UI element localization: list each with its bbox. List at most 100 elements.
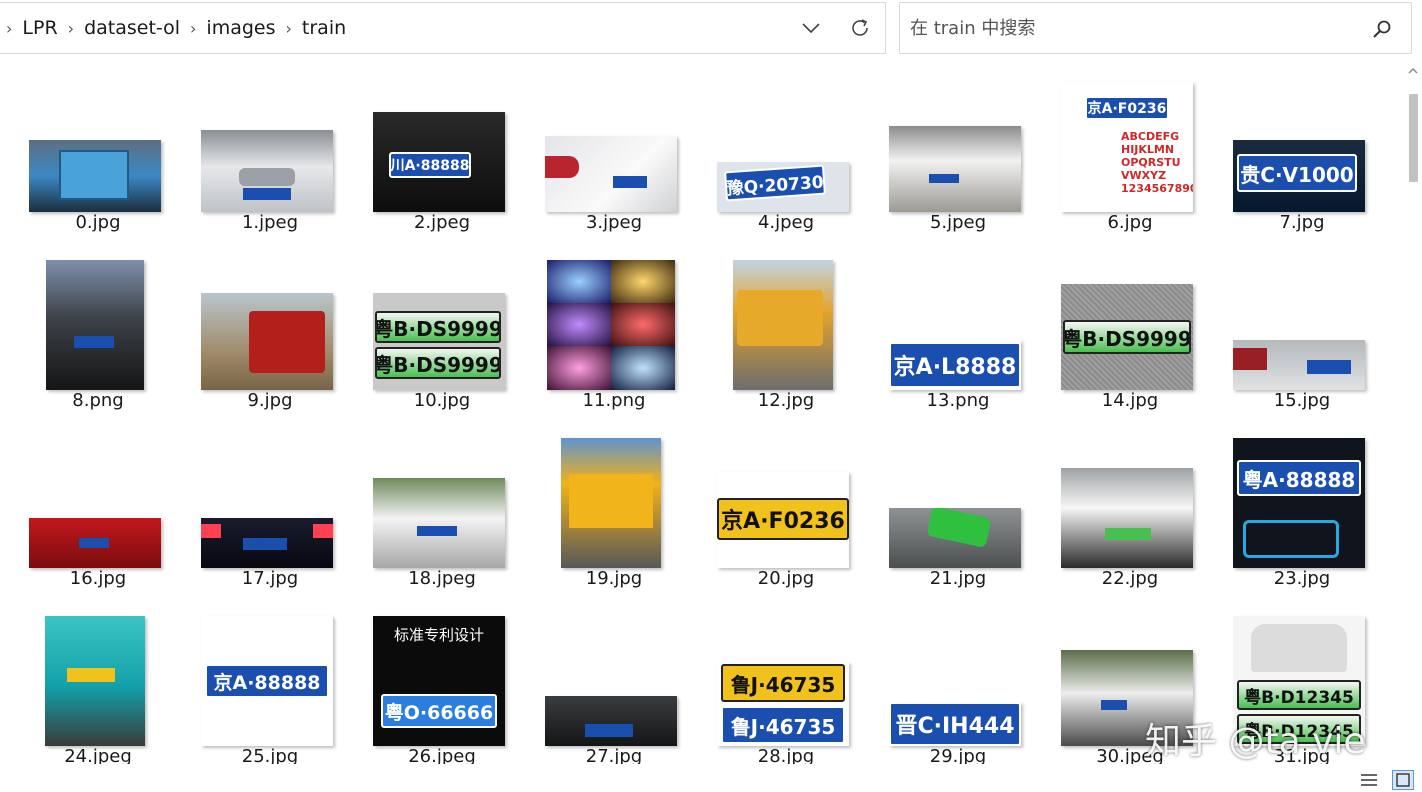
list-view-icon [1361,774,1377,786]
file-item[interactable]: 27.jpg [528,596,700,764]
chevron-right-icon[interactable]: › [68,19,74,38]
image-thumbnail [545,696,677,746]
image-thumbnail: 粤B·DS9999 [1061,284,1193,390]
file-name: 27.jpg [585,746,643,764]
file-name: 19.jpg [585,568,643,589]
address-bar[interactable]: › LPR › dataset-ol › images › train [0,2,886,54]
image-thumbnail [201,130,333,212]
file-name: 0.jpg [75,212,121,233]
file-item[interactable]: 16.jpg [12,418,184,596]
file-item[interactable]: 粤B·DS9999 粤B·DS9999 10.jpg [356,240,528,418]
chevron-right-icon[interactable]: › [190,19,196,38]
search-box[interactable] [899,2,1412,54]
image-thumbnail [889,508,1021,568]
plate-label: 粤B·DS9999 [375,311,501,343]
plate-label: 川A·88888 [389,152,471,178]
file-name: 15.jpg [1273,390,1331,411]
image-thumbnail [1233,340,1365,390]
breadcrumb-item-lpr[interactable]: LPR [22,17,57,39]
plate-label: 鲁J·46735 [721,706,845,744]
image-thumbnail: 鲁J·46735 鲁J·46735 [717,662,849,746]
chevron-right-icon[interactable]: › [6,19,12,38]
search-icon[interactable] [1371,18,1393,40]
file-item[interactable]: 京A·F0236 20.jpg [700,418,872,596]
scrollbar-thumb[interactable] [1409,94,1418,182]
file-name: 10.jpg [413,390,471,411]
refresh-icon [852,19,868,36]
file-item[interactable]: 24.jpeg [12,596,184,764]
file-item[interactable]: 17.jpg [184,418,356,596]
file-item[interactable]: 标准专利设计 粤O·66666 26.jpeg [356,596,528,764]
image-thumbnail [1061,468,1193,568]
file-item[interactable]: 12.jpg [700,240,872,418]
file-item[interactable]: 15.jpg [1216,240,1388,418]
scroll-up-arrow-icon[interactable] [1408,66,1418,76]
file-name: 7.jpg [1279,212,1325,233]
file-name: 28.jpg [757,746,815,764]
file-item[interactable]: 川A·88888 2.jpeg [356,62,528,240]
plate-label: 京A·L8888 [889,342,1021,388]
image-thumbnail: 京A·L8888 [889,340,1021,390]
file-item[interactable]: 京A·F0236 ABCDEFG HIJKLMN OPQRSTU VWXYZ 1… [1044,62,1216,240]
file-item[interactable]: 0.jpg [12,62,184,240]
file-grid: 0.jpg 1.jpeg 川A·88888 2.jpeg 3.jpeg 豫Q·2… [0,62,1400,764]
file-item[interactable]: 9.jpg [184,240,356,418]
image-thumbnail: 京A·88888 [201,616,333,746]
file-name: 16.jpg [69,568,127,589]
image-thumbnail: 粤B·DS9999 粤B·DS9999 [373,293,505,390]
breadcrumb-item-dataset-ol[interactable]: dataset-ol [84,17,180,39]
plate-label: 京A·88888 [205,664,329,698]
file-name: 18.jpeg [408,568,476,589]
history-dropdown-button[interactable] [798,15,824,41]
file-item[interactable]: 11.png [528,240,700,418]
large-icons-view-button[interactable] [1392,770,1414,790]
image-thumbnail [545,136,677,212]
file-name: 24.jpeg [64,746,132,764]
file-item[interactable]: 京A·88888 25.jpg [184,596,356,764]
file-name: 3.jpeg [585,212,643,233]
file-item[interactable]: 18.jpeg [356,418,528,596]
file-item[interactable]: 22.jpg [1044,418,1216,596]
plate-label: 晋C·IH444 [889,702,1021,746]
image-thumbnail [373,478,505,568]
file-name: 17.jpg [241,568,299,589]
plate-label: 粤B·DS9999 [375,347,501,379]
image-thumbnail: 贵C·V1000 [1233,140,1365,212]
vertical-scrollbar[interactable] [1406,66,1420,756]
file-name: 8.png [72,390,124,411]
breadcrumb-item-images[interactable]: images [206,17,275,39]
chevron-down-icon [802,23,820,34]
image-thumbnail: 粤A·88888 [1233,438,1365,568]
file-name: 26.jpeg [408,746,476,764]
image-thumbnail [201,293,333,390]
image-thumbnail [561,438,661,568]
file-item[interactable]: 豫Q·20730 4.jpeg [700,62,872,240]
file-item[interactable]: 贵C·V1000 7.jpg [1216,62,1388,240]
plate-label: 粤B·DS9999 [1063,320,1191,354]
refresh-button[interactable] [847,15,873,41]
file-name: 29.jpg [929,746,987,764]
file-item[interactable]: 粤A·88888 23.jpg [1216,418,1388,596]
file-name: 5.jpeg [929,212,987,233]
file-item[interactable]: 1.jpeg [184,62,356,240]
breadcrumb-item-train[interactable]: train [302,17,346,39]
file-item[interactable]: 京A·L8888 13.png [872,240,1044,418]
file-item[interactable]: 粤B·DS9999 14.jpg [1044,240,1216,418]
file-item[interactable]: 21.jpg [872,418,1044,596]
chevron-right-icon[interactable]: › [286,19,292,38]
details-view-button[interactable] [1358,770,1380,790]
file-name: 4.jpeg [757,212,815,233]
file-name: 12.jpg [757,390,815,411]
file-item[interactable]: 晋C·IH444 29.jpg [872,596,1044,764]
file-item[interactable]: 19.jpg [528,418,700,596]
image-thumbnail [889,126,1021,212]
image-thumbnail [29,140,161,212]
file-item[interactable]: 5.jpeg [872,62,1044,240]
file-item[interactable]: 8.png [12,240,184,418]
file-name: 25.jpg [241,746,299,764]
file-item[interactable]: 3.jpeg [528,62,700,240]
plate-label: 豫Q·20730 [724,164,826,202]
file-item[interactable]: 鲁J·46735 鲁J·46735 28.jpg [700,596,872,764]
search-input[interactable] [910,15,1360,41]
plate-label: 京A·F0236 [717,498,849,540]
